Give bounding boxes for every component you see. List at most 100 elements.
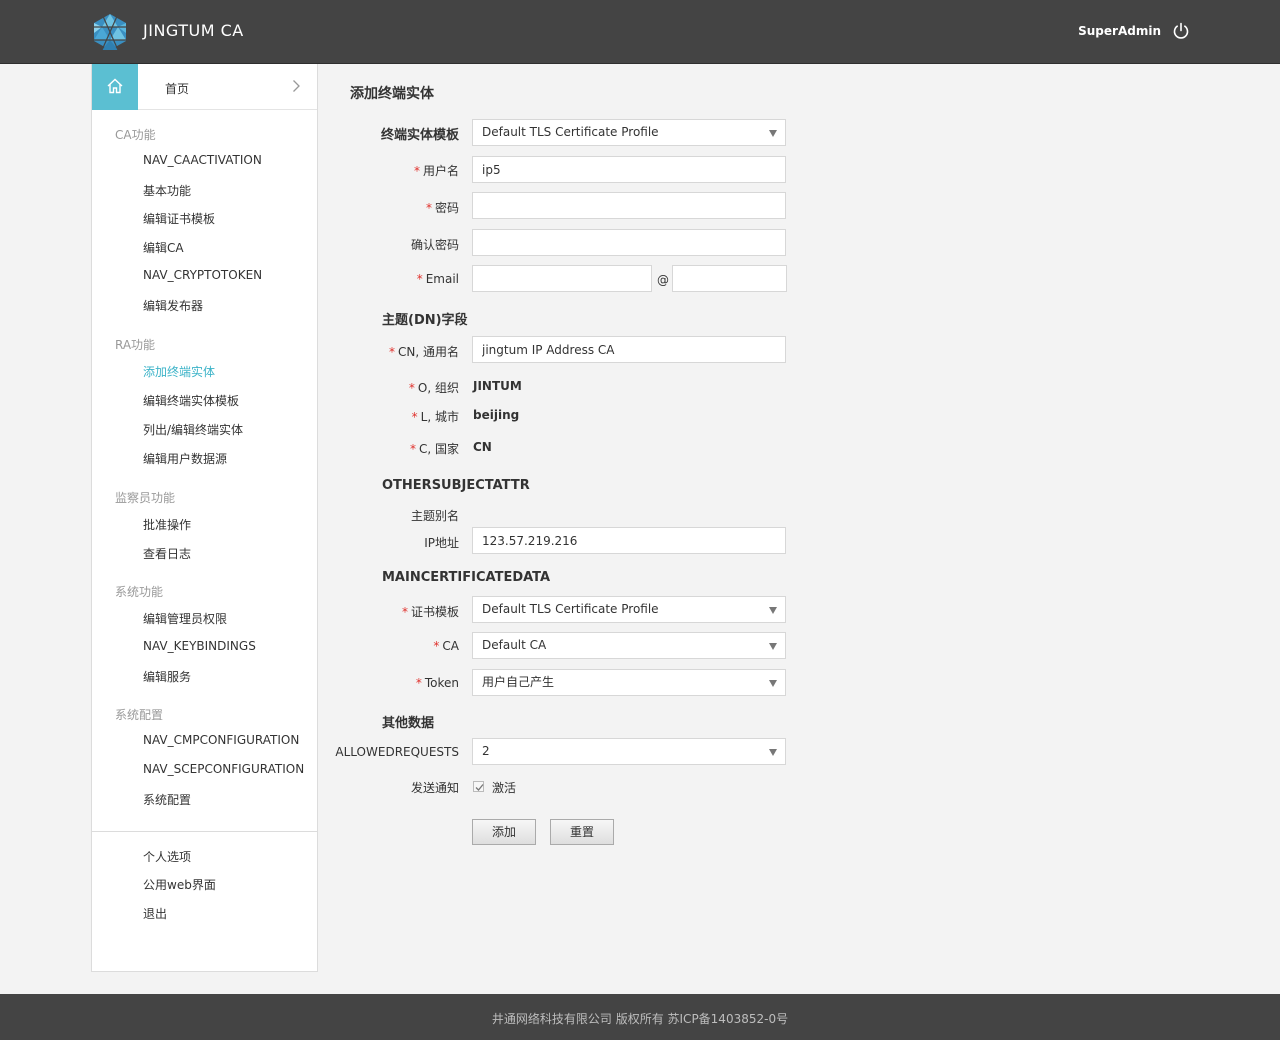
dropdown-arrow-icon [769, 607, 777, 614]
nav-group-supervisor: 监察员功能 [115, 491, 176, 505]
required-mark: * [433, 639, 440, 653]
password-input[interactable] [472, 192, 786, 219]
cn-input[interactable] [472, 336, 786, 363]
sidebar-item-view-log[interactable]: 查看日志 [143, 545, 191, 562]
required-mark: * [416, 272, 423, 286]
required-mark: * [415, 676, 422, 690]
password-label: * 密码 [425, 201, 459, 215]
nav-group-ra: RA功能 [115, 338, 156, 352]
sidebar-home-label: 首页 [165, 82, 190, 96]
allowed-requests-label: ALLOWEDREQUESTS [335, 745, 459, 759]
page-footer: 井通网络科技有限公司 版权所有 苏ICP备1403852-0号 [0, 994, 1280, 1040]
ip-address-input[interactable] [472, 527, 786, 554]
ee-profile-select[interactable]: Default TLS Certificate Profile [472, 119, 786, 146]
cert-profile-value: Default TLS Certificate Profile [482, 602, 659, 616]
main-cert-data-title: MAINCERTIFICATEDATA [382, 570, 551, 585]
ip-address-label: IP地址 [424, 536, 459, 550]
sidebar-item-approve-actions[interactable]: 批准操作 [143, 516, 191, 533]
alt-name-label: 主题别名 [410, 509, 459, 523]
confirm-password-label: 确认密码 [410, 238, 459, 252]
o-value: JINTUM [473, 379, 522, 393]
sidebar-item-edit-services[interactable]: 编辑服务 [143, 668, 191, 685]
email-user-input[interactable] [472, 265, 652, 292]
dropdown-arrow-icon [769, 130, 777, 137]
ca-select[interactable]: Default CA [472, 632, 786, 659]
cn-label: * CN, 通用名 [389, 345, 459, 359]
required-mark: * [408, 381, 415, 395]
copyright-text: 井通网络科技有限公司 版权所有 苏ICP备1403852-0号 [491, 1012, 789, 1026]
ee-profile-label: 终端实体模板 [380, 128, 459, 143]
username-label: * 用户名 [413, 164, 459, 178]
required-mark: * [389, 345, 395, 359]
email-domain-input[interactable] [672, 265, 787, 292]
sidebar-item-user-data-sources[interactable]: 编辑用户数据源 [143, 450, 227, 467]
username-input[interactable] [472, 156, 786, 183]
email-label: * Email [416, 272, 459, 286]
sidebar-item-public-web[interactable]: 公用web界面 [143, 876, 216, 893]
sidebar-nav: 首页 CA功能 NAV_CAACTIVATION 基本功能 编辑证书模板 编辑C… [91, 64, 318, 972]
required-mark: * [409, 442, 416, 456]
sidebar-item-keybindings[interactable]: NAV_KEYBINDINGS [143, 639, 256, 653]
nav-group-system-config: 系统配置 [115, 708, 164, 722]
sidebar-home-link[interactable]: 首页 [92, 64, 317, 110]
sidebar-item-crypto-token[interactable]: NAV_CRYPTOTOKEN [143, 268, 262, 282]
cert-profile-label: * 证书模板 [401, 605, 459, 619]
checkmark-icon [475, 784, 484, 791]
sidebar-item-edit-cert-profiles[interactable]: 编辑证书模板 [143, 210, 215, 227]
required-mark: * [411, 410, 418, 424]
dn-section-title: 主题(DN)字段 [382, 313, 468, 328]
nav-group-system-functions: 系统功能 [115, 585, 164, 599]
dropdown-arrow-icon [769, 749, 777, 756]
sidebar-item-edit-ee-profiles[interactable]: 编辑终端实体模板 [143, 392, 239, 409]
add-button[interactable]: 添加 [472, 819, 536, 845]
confirm-password-input[interactable] [472, 229, 786, 256]
sidebar-divider [92, 831, 317, 832]
sidebar-item-edit-ca[interactable]: 编辑CA [143, 239, 184, 256]
sidebar-item-list-end-entities[interactable]: 列出/编辑终端实体 [143, 421, 243, 438]
sidebar-item-preferences[interactable]: 个人选项 [143, 848, 191, 865]
brand-name: JINGTUM CA [143, 21, 244, 40]
send-notification-option: 激活 [492, 781, 517, 795]
token-value: 用户自己产生 [482, 675, 555, 689]
sidebar-item-scep-config[interactable]: NAV_SCEPCONFIGURATION [143, 762, 304, 776]
ca-value: Default CA [482, 638, 547, 652]
sidebar-item-system-config[interactable]: 系统配置 [143, 791, 191, 808]
send-notification-checkbox[interactable] [473, 781, 484, 792]
sidebar-item-logout[interactable]: 退出 [143, 905, 167, 922]
token-select[interactable]: 用户自己产生 [472, 669, 786, 696]
ca-label: * CA [433, 639, 459, 653]
sidebar-item-basic-functions[interactable]: 基本功能 [143, 182, 191, 199]
dropdown-arrow-icon [769, 643, 777, 650]
allowed-requests-select[interactable]: 2 [472, 738, 786, 765]
cert-profile-select[interactable]: Default TLS Certificate Profile [472, 596, 786, 623]
c-value: CN [473, 440, 492, 454]
other-data-title: 其他数据 [382, 716, 435, 731]
reset-button[interactable]: 重置 [550, 819, 614, 845]
chevron-right-icon [293, 80, 300, 92]
allowed-requests-value: 2 [482, 744, 490, 758]
page-title: 添加终端实体 [350, 86, 434, 102]
power-icon[interactable] [1172, 22, 1190, 40]
required-mark: * [425, 201, 432, 215]
send-notification-label: 发送通知 [410, 781, 459, 795]
c-label: * C, 国家 [409, 442, 459, 456]
sidebar-item-ca-activation[interactable]: NAV_CAACTIVATION [143, 153, 262, 167]
l-label: * L, 城市 [411, 410, 459, 424]
home-icon-box [92, 64, 138, 110]
required-mark: * [401, 605, 408, 619]
sidebar-item-cmp-config[interactable]: NAV_CMPCONFIGURATION [143, 733, 299, 747]
required-mark: * [413, 164, 420, 178]
sidebar-item-edit-publishers[interactable]: 编辑发布器 [143, 297, 203, 314]
o-label: * O, 组织 [408, 381, 459, 395]
sidebar-item-admin-privileges[interactable]: 编辑管理员权限 [143, 610, 227, 627]
token-label: * Token [415, 676, 459, 690]
sidebar-item-add-end-entity[interactable]: 添加终端实体 [143, 363, 215, 380]
l-value: beijing [473, 408, 520, 422]
ee-profile-value: Default TLS Certificate Profile [482, 125, 659, 139]
other-subject-attr-title: OTHERSUBJECTATTR [382, 478, 530, 493]
email-at-sign: @ [657, 273, 669, 287]
hexagon-triangles-logo-icon [94, 13, 126, 51]
home-icon [107, 78, 123, 94]
current-user-name[interactable]: SuperAdmin [1078, 24, 1161, 38]
top-header: JINGTUM CA SuperAdmin [0, 0, 1280, 64]
